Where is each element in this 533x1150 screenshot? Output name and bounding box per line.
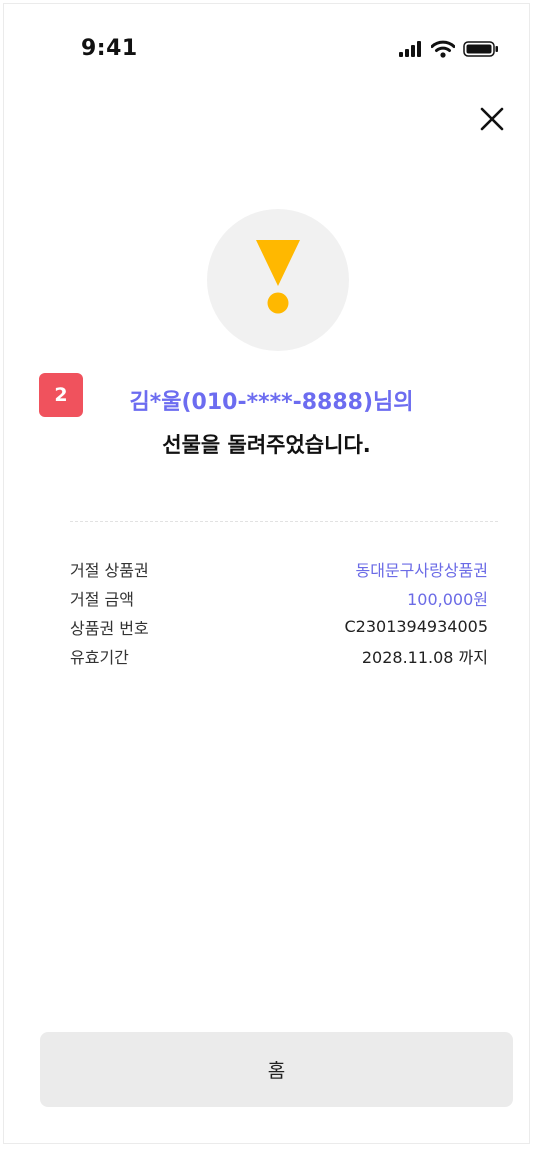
recipient-text: 김*울(010-****-8888)님의 bbox=[129, 390, 414, 415]
divider bbox=[70, 521, 498, 522]
close-icon bbox=[480, 107, 504, 131]
battery-icon bbox=[463, 41, 498, 57]
exclamation-icon bbox=[256, 240, 300, 314]
result-message: 선물을 돌려주었습니다. bbox=[162, 433, 371, 457]
home-button[interactable]: 홈 bbox=[40, 1032, 513, 1107]
detail-label: 상품권 번호 bbox=[70, 618, 149, 638]
detail-value: 100,000원 bbox=[407, 589, 488, 609]
wifi-icon bbox=[431, 40, 455, 58]
detail-value: 2028.11.08 까지 bbox=[361, 647, 488, 667]
detail-row-declined-amount: 거절 금액 100,000원 bbox=[70, 583, 488, 612]
detail-row-voucher-number: 상품권 번호 C2301394934005 bbox=[70, 612, 488, 641]
detail-row-declined-voucher: 거절 상품권 동대문구사랑상품권 bbox=[70, 554, 488, 583]
detail-value: 동대문구사랑상품권 bbox=[355, 560, 488, 580]
detail-label: 거절 상품권 bbox=[70, 560, 149, 580]
alert-illustration bbox=[207, 209, 349, 351]
detail-value: C2301394934005 bbox=[344, 617, 488, 636]
detail-label: 유효기간 bbox=[70, 647, 129, 667]
status-time: 9:41 bbox=[81, 36, 138, 61]
screen: 9:41 2 김*울(010-****-8888)님의 선물을 돌려주었습니다.… bbox=[3, 3, 530, 1144]
close-button[interactable] bbox=[475, 102, 509, 136]
status-icons bbox=[399, 40, 499, 58]
status-bar: 9:41 bbox=[4, 34, 529, 68]
signal-icon bbox=[399, 41, 421, 57]
detail-row-expiry: 유효기간 2028.11.08 까지 bbox=[70, 641, 488, 670]
gift-details: 거절 상품권 동대문구사랑상품권 거절 금액 100,000원 상품권 번호 C… bbox=[70, 554, 488, 670]
detail-label: 거절 금액 bbox=[70, 589, 134, 609]
